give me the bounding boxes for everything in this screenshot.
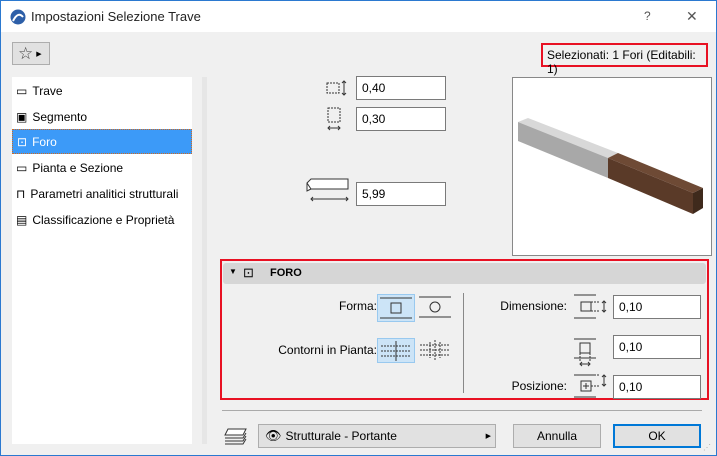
sidebar-item-classificazione[interactable]: ▤ Classificazione e Proprietà	[12, 207, 192, 232]
layers-icon	[224, 428, 247, 445]
eye-icon: 👁	[265, 428, 282, 443]
help-button[interactable]: ?	[644, 9, 651, 23]
layer-value: Strutturale - Portante	[285, 429, 397, 443]
ok-button[interactable]: OK	[613, 424, 701, 448]
position-icon	[574, 374, 607, 398]
contour-option-1-button[interactable]	[377, 338, 415, 363]
contour-dashed-icon	[381, 341, 411, 361]
shape-rectangular-button[interactable]	[377, 294, 415, 322]
resize-grip[interactable]: ⋰	[703, 443, 711, 452]
cancel-button[interactable]: Annulla	[513, 424, 601, 448]
dimension-height-input[interactable]: 0,10	[613, 295, 701, 319]
layer-dropdown[interactable]: 👁 Strutturale - Portante ▶	[258, 424, 496, 448]
close-button[interactable]: ✕	[686, 8, 698, 25]
star-icon: ☆	[18, 43, 34, 63]
sidebar-item-trave[interactable]: ▭ Trave	[12, 78, 192, 103]
foro-panel: ▼ ⊡ FORO Forma: Contorni in Pianta: Dime…	[220, 259, 709, 400]
window-title: Impostazioni Selezione Trave	[31, 9, 201, 24]
beam-preview	[512, 77, 712, 256]
collapse-triangle-icon: ▼	[229, 267, 237, 276]
sidebar-item-segmento[interactable]: ▣ Segmento	[12, 104, 192, 129]
width-icon	[327, 107, 341, 131]
sidebar-item-parametri-analitici[interactable]: ⊓ Parametri analitici strutturali	[12, 181, 192, 206]
sidebar-item-pianta-sezione[interactable]: ▭ Pianta e Sezione	[12, 155, 192, 180]
beam-icon: ▭	[16, 83, 28, 98]
beam-3d-image	[518, 118, 703, 214]
archicad-logo-icon	[10, 9, 26, 25]
selection-info: Selezionati: 1 Fori (Editabili: 1)	[541, 43, 708, 76]
footer-divider	[222, 410, 702, 411]
favorites-button[interactable]: ☆ ▶	[12, 42, 50, 65]
length-input[interactable]: 5,99	[356, 182, 446, 206]
forma-label: Forma:	[338, 299, 377, 313]
analytic-icon: ⊓	[16, 186, 26, 201]
floorplan-icon: ▭	[16, 160, 28, 175]
dimensione-label: Dimensione:	[500, 299, 567, 313]
square-icon	[380, 297, 412, 319]
triangle-right-icon: ▶	[36, 50, 42, 58]
length-icon	[306, 178, 349, 202]
divider	[463, 293, 464, 393]
circle-icon	[419, 296, 451, 318]
sidebar-item-foro[interactable]: ⊡ Foro	[12, 129, 192, 154]
contour-option-2-button[interactable]	[419, 338, 451, 363]
segment-icon: ▣	[16, 109, 28, 124]
hole-icon: ⊡	[17, 134, 28, 149]
posizione-label: Posizione:	[511, 379, 567, 393]
foro-title: FORO	[270, 267, 302, 279]
title-bar: Impostazioni Selezione Trave ? ✕	[1, 1, 716, 32]
foro-panel-header[interactable]: ▼ ⊡ FORO	[223, 263, 706, 284]
panel-scrollbar[interactable]	[202, 77, 207, 444]
hole-height-icon	[574, 294, 607, 319]
dimension-width-input[interactable]: 0,10	[613, 335, 701, 359]
height-icon	[326, 80, 347, 96]
width-input[interactable]: 0,30	[356, 107, 446, 131]
contour-dashed-alt-icon	[420, 340, 450, 360]
document-icon: ▤	[16, 212, 28, 227]
hole-icon: ⊡	[243, 265, 254, 280]
hole-width-icon	[574, 338, 596, 367]
shape-circular-button[interactable]	[419, 294, 451, 322]
dialog-window: Impostazioni Selezione Trave ? ✕ ☆ ▶ Sele…	[0, 0, 717, 456]
position-input[interactable]: 0,10	[613, 375, 701, 399]
triangle-right-icon: ▶	[485, 433, 491, 440]
height-input[interactable]: 0,40	[356, 76, 446, 100]
contorni-label: Contorni in Pianta:	[278, 343, 377, 357]
